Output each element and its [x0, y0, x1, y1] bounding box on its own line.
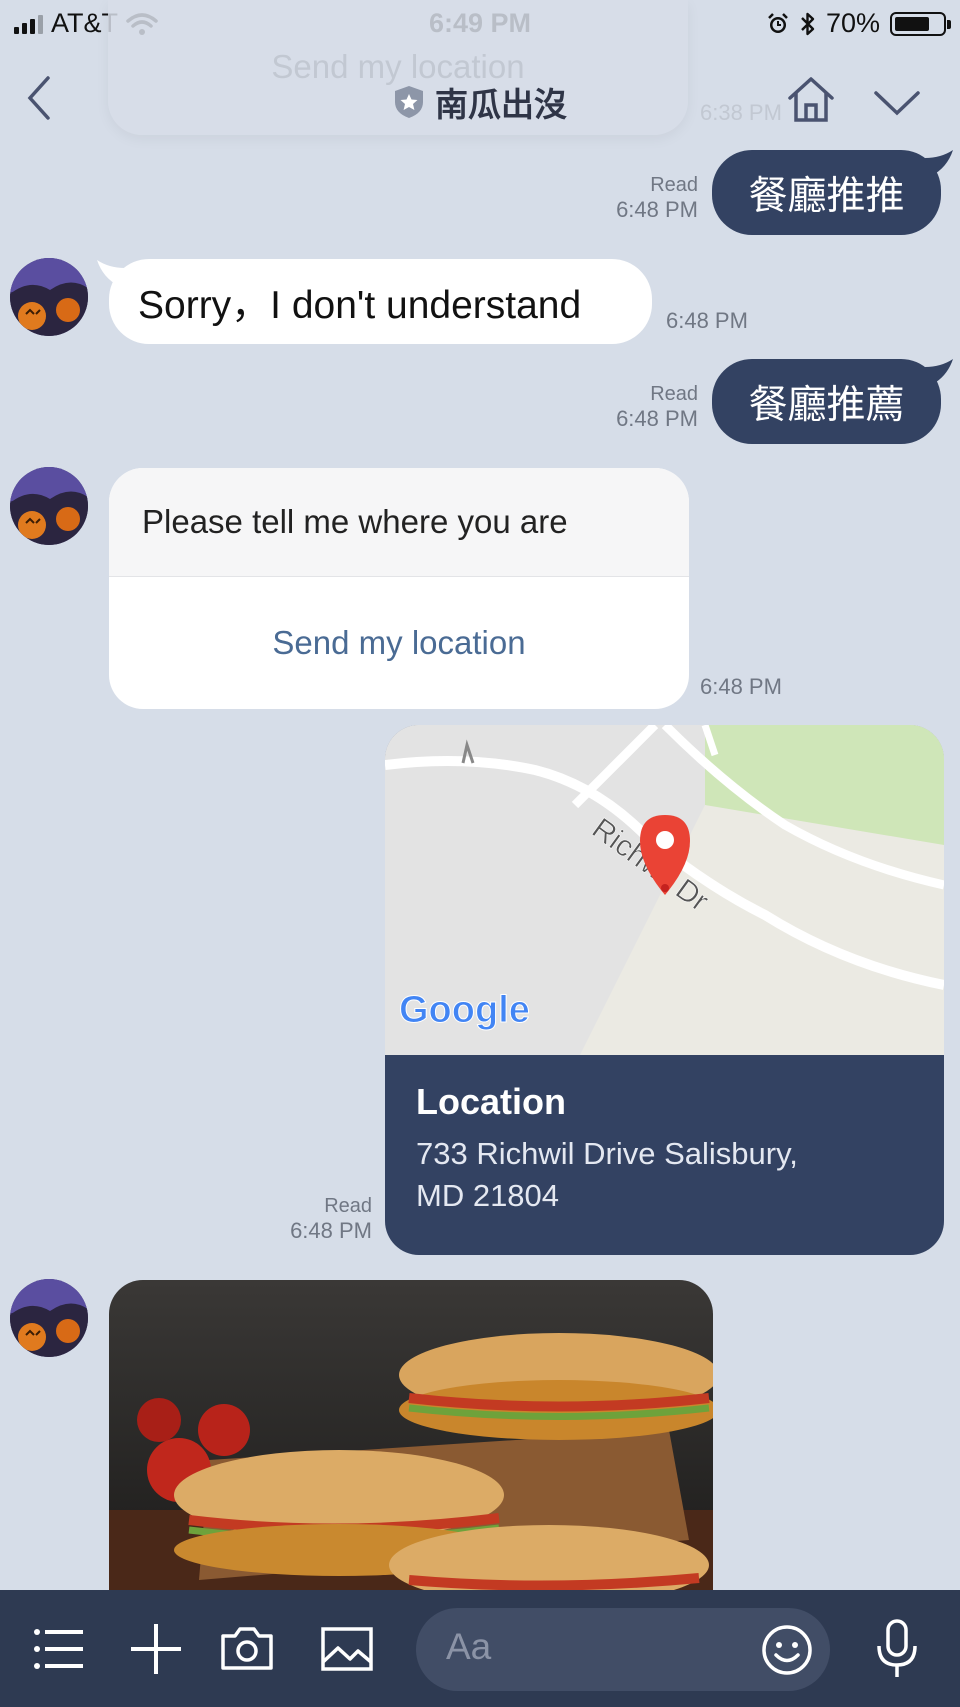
battery-icon: [890, 11, 951, 36]
template-message-card: Please tell me where you are Send my loc…: [109, 468, 689, 709]
status-right: 70%: [766, 8, 951, 39]
location-info: Location 733 Richwil Drive Salisbury, MD…: [385, 1055, 944, 1217]
avatar[interactable]: [10, 1279, 88, 1357]
microphone-icon[interactable]: [874, 1618, 920, 1680]
read-receipt: Read 6:48 PM: [560, 383, 698, 432]
home-icon[interactable]: [786, 76, 836, 124]
message-text: Sorry，I don't understand: [138, 283, 582, 327]
message-time: 6:48 PM: [616, 406, 698, 431]
message-time: 6:48 PM: [290, 1218, 372, 1243]
message-input[interactable]: Aa: [416, 1608, 830, 1691]
alarm-icon: [768, 12, 788, 33]
menu-icon[interactable]: [34, 1628, 84, 1670]
avatar[interactable]: [10, 258, 88, 336]
location-message-card[interactable]: Richwil Dr Google Location 733 Richwil D…: [385, 725, 944, 1255]
official-shield-icon: [395, 86, 423, 118]
read-label: Read: [324, 1195, 372, 1217]
message-text: 餐廳推推: [748, 174, 905, 218]
location-address-line1: 733 Richwil Drive Salisbury,: [416, 1136, 798, 1171]
bubble-tail: [925, 359, 953, 385]
read-label: Read: [650, 174, 698, 196]
my-message-bubble[interactable]: 餐廳推薦: [712, 359, 941, 444]
composer-bar: Aa: [0, 1590, 960, 1707]
location-label: Location: [416, 1081, 566, 1122]
chat-title-text: 南瓜出沒: [435, 86, 567, 123]
emoji-icon[interactable]: [761, 1624, 813, 1676]
message-time: 6:48 PM: [700, 674, 782, 699]
template-prompt: Please tell me where you are: [109, 468, 689, 577]
avatar[interactable]: [10, 467, 88, 545]
plus-icon[interactable]: [129, 1622, 183, 1676]
google-logo: Google: [399, 989, 530, 1031]
bluetooth-icon: [801, 12, 815, 35]
bubble-tail: [925, 150, 953, 176]
sandwich-photo[interactable]: [109, 1280, 713, 1590]
send-location-button[interactable]: Send my location: [109, 577, 689, 709]
read-receipt: Read 6:48 PM: [232, 1195, 372, 1244]
map-preview[interactable]: Richwil Dr Google: [385, 725, 944, 1055]
chevron-down-icon[interactable]: [872, 88, 922, 118]
message-input-placeholder: Aa: [446, 1626, 492, 1667]
message-time: 6:48 PM: [616, 197, 698, 222]
my-message-bubble[interactable]: 餐廳推推: [712, 150, 941, 235]
read-receipt: Read 6:48 PM: [560, 174, 698, 223]
read-label: Read: [650, 383, 698, 405]
image-icon[interactable]: [320, 1626, 374, 1672]
message-text: 餐廳推薦: [748, 383, 905, 427]
bot-message-bubble[interactable]: Sorry，I don't understand: [109, 259, 652, 344]
camera-icon[interactable]: [219, 1624, 275, 1672]
battery-percent: 70%: [825, 8, 880, 38]
message-time: 6:48 PM: [666, 308, 748, 333]
location-address-line2: MD 21804: [416, 1178, 560, 1213]
